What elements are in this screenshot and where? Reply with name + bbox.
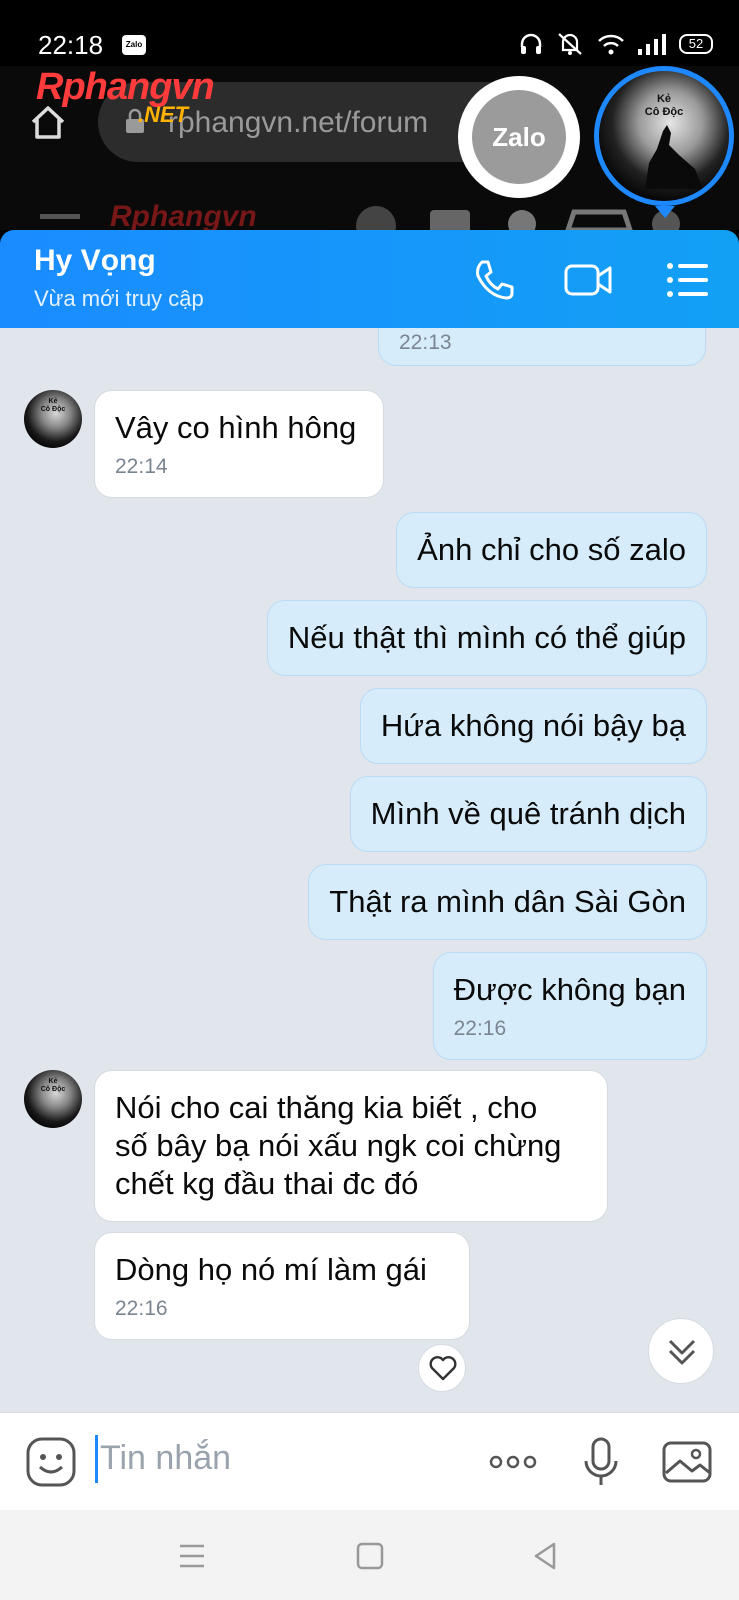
- message-time: 22:16: [115, 1297, 168, 1320]
- message-time: 22:16: [453, 1017, 507, 1040]
- message-text: Ảnh chỉ cho số zalo: [417, 532, 686, 567]
- message-text: Dòng họ nó mí làm gái: [115, 1252, 427, 1287]
- chat-head-pointer: [655, 206, 675, 218]
- microphone-icon[interactable]: [574, 1435, 628, 1489]
- system-navigation-bar: [0, 1510, 739, 1600]
- message-bubble-outgoing[interactable]: Hứa không nói bậy bạ: [359, 688, 707, 764]
- message-time: 22:14: [115, 455, 168, 478]
- chat-header: Hy Vọng Vừa mới truy cập: [0, 230, 739, 328]
- double-chevron-down-icon: [668, 1339, 696, 1365]
- wifi-icon: [598, 34, 624, 55]
- scroll-to-bottom-button[interactable]: [648, 1318, 714, 1384]
- phone-call-icon[interactable]: [468, 254, 520, 306]
- message-text-line: Nói cho cai thăng kia biết , cho: [115, 1090, 538, 1125]
- avatar-label-line2: Cô Độc: [40, 1086, 66, 1093]
- chat-head-avatar[interactable]: Kẻ Cô Độc: [594, 66, 734, 206]
- video-call-icon[interactable]: [562, 254, 614, 306]
- message-bubble-incoming[interactable]: Nói cho cai thăng kia biết , cho số bây …: [94, 1070, 608, 1222]
- react-heart-button[interactable]: [418, 1344, 466, 1392]
- home-button-icon[interactable]: [350, 1536, 390, 1576]
- image-gallery-icon[interactable]: [660, 1435, 714, 1489]
- message-bubble-outgoing[interactable]: Được không bạn 22:16: [432, 952, 707, 1060]
- message-text: Hứa không nói bậy bạ: [380, 708, 686, 743]
- avatar-label: Kẻ Cô Độc: [24, 398, 82, 414]
- url-text: rphangvn.net/forum: [168, 106, 429, 139]
- contact-status: Vừa mới truy cập: [34, 286, 204, 311]
- recent-apps-icon[interactable]: [172, 1536, 212, 1576]
- battery-indicator: 52: [679, 34, 713, 54]
- emoji-sticker-icon[interactable]: [24, 1435, 78, 1489]
- zalo-logo-icon: Zalo: [472, 90, 566, 184]
- message-time: 22:13: [399, 331, 452, 354]
- signal-icon: [638, 34, 666, 55]
- text-caret: [95, 1435, 98, 1483]
- site-logo-suffix: .NET: [138, 102, 189, 127]
- contact-name[interactable]: Hy Vọng: [34, 244, 156, 278]
- zalo-notification-icon: Zalo: [122, 35, 146, 55]
- back-button-icon[interactable]: [526, 1536, 566, 1576]
- message-text: Mình về quê tránh dịch: [370, 796, 686, 831]
- message-list[interactable]: 22:13 Kẻ Cô Độc Vây co hình hông 22:14 Ả…: [0, 328, 739, 1412]
- message-input[interactable]: Tin nhắn: [100, 1439, 231, 1478]
- bell-muted-icon: [558, 33, 582, 55]
- message-bubble-outgoing[interactable]: Ảnh chỉ cho số zalo: [396, 512, 707, 588]
- headphones-icon: [520, 33, 542, 54]
- menu-list-icon[interactable]: [662, 254, 714, 306]
- more-options-icon[interactable]: [486, 1435, 540, 1489]
- message-text: Được không bạn: [453, 972, 686, 1007]
- message-bubble-incoming[interactable]: Vây co hình hông 22:14: [94, 390, 384, 498]
- message-text-line: số bây bạ nói xấu ngk coi chừng: [115, 1128, 562, 1163]
- status-icons: 52: [519, 32, 713, 56]
- zalo-floating-bubble[interactable]: Zalo: [458, 76, 580, 198]
- heart-icon: [429, 1356, 457, 1381]
- message-text-line: chết kg đầu thai đc đó: [115, 1166, 419, 1201]
- avatar-label: Kẻ Cô Độc: [24, 1078, 82, 1094]
- message-bubble-outgoing[interactable]: Nếu thật thì mình có thể giúp: [266, 600, 707, 676]
- sender-avatar[interactable]: Kẻ Cô Độc: [24, 1070, 82, 1128]
- sender-avatar[interactable]: Kẻ Cô Độc: [24, 390, 82, 448]
- status-time: 22:18: [38, 30, 104, 60]
- message-bubble-outgoing[interactable]: 22:13: [378, 328, 706, 366]
- message-text: Vây co hình hông: [115, 410, 357, 445]
- message-text: Thật ra mình dân Sài Gòn: [329, 884, 686, 919]
- status-bar: 22:18 Zalo 52: [0, 0, 739, 66]
- message-text: Nếu thật thì mình có thể giúp: [287, 620, 686, 655]
- message-bubble-outgoing[interactable]: Mình về quê tránh dịch: [349, 776, 707, 852]
- wolf-silhouette-icon: [645, 125, 703, 189]
- site-nav-icons: [40, 206, 680, 230]
- message-bubble-incoming[interactable]: Dòng họ nó mí làm gái 22:16: [94, 1232, 470, 1340]
- message-bubble-outgoing[interactable]: Thật ra mình dân Sài Gòn: [308, 864, 707, 940]
- avatar-label-line1: Kẻ: [48, 1078, 58, 1085]
- message-composer: Tin nhắn: [0, 1412, 739, 1510]
- avatar-label-line1: Kẻ: [48, 398, 58, 405]
- avatar-label-line2: Cô Độc: [40, 406, 66, 413]
